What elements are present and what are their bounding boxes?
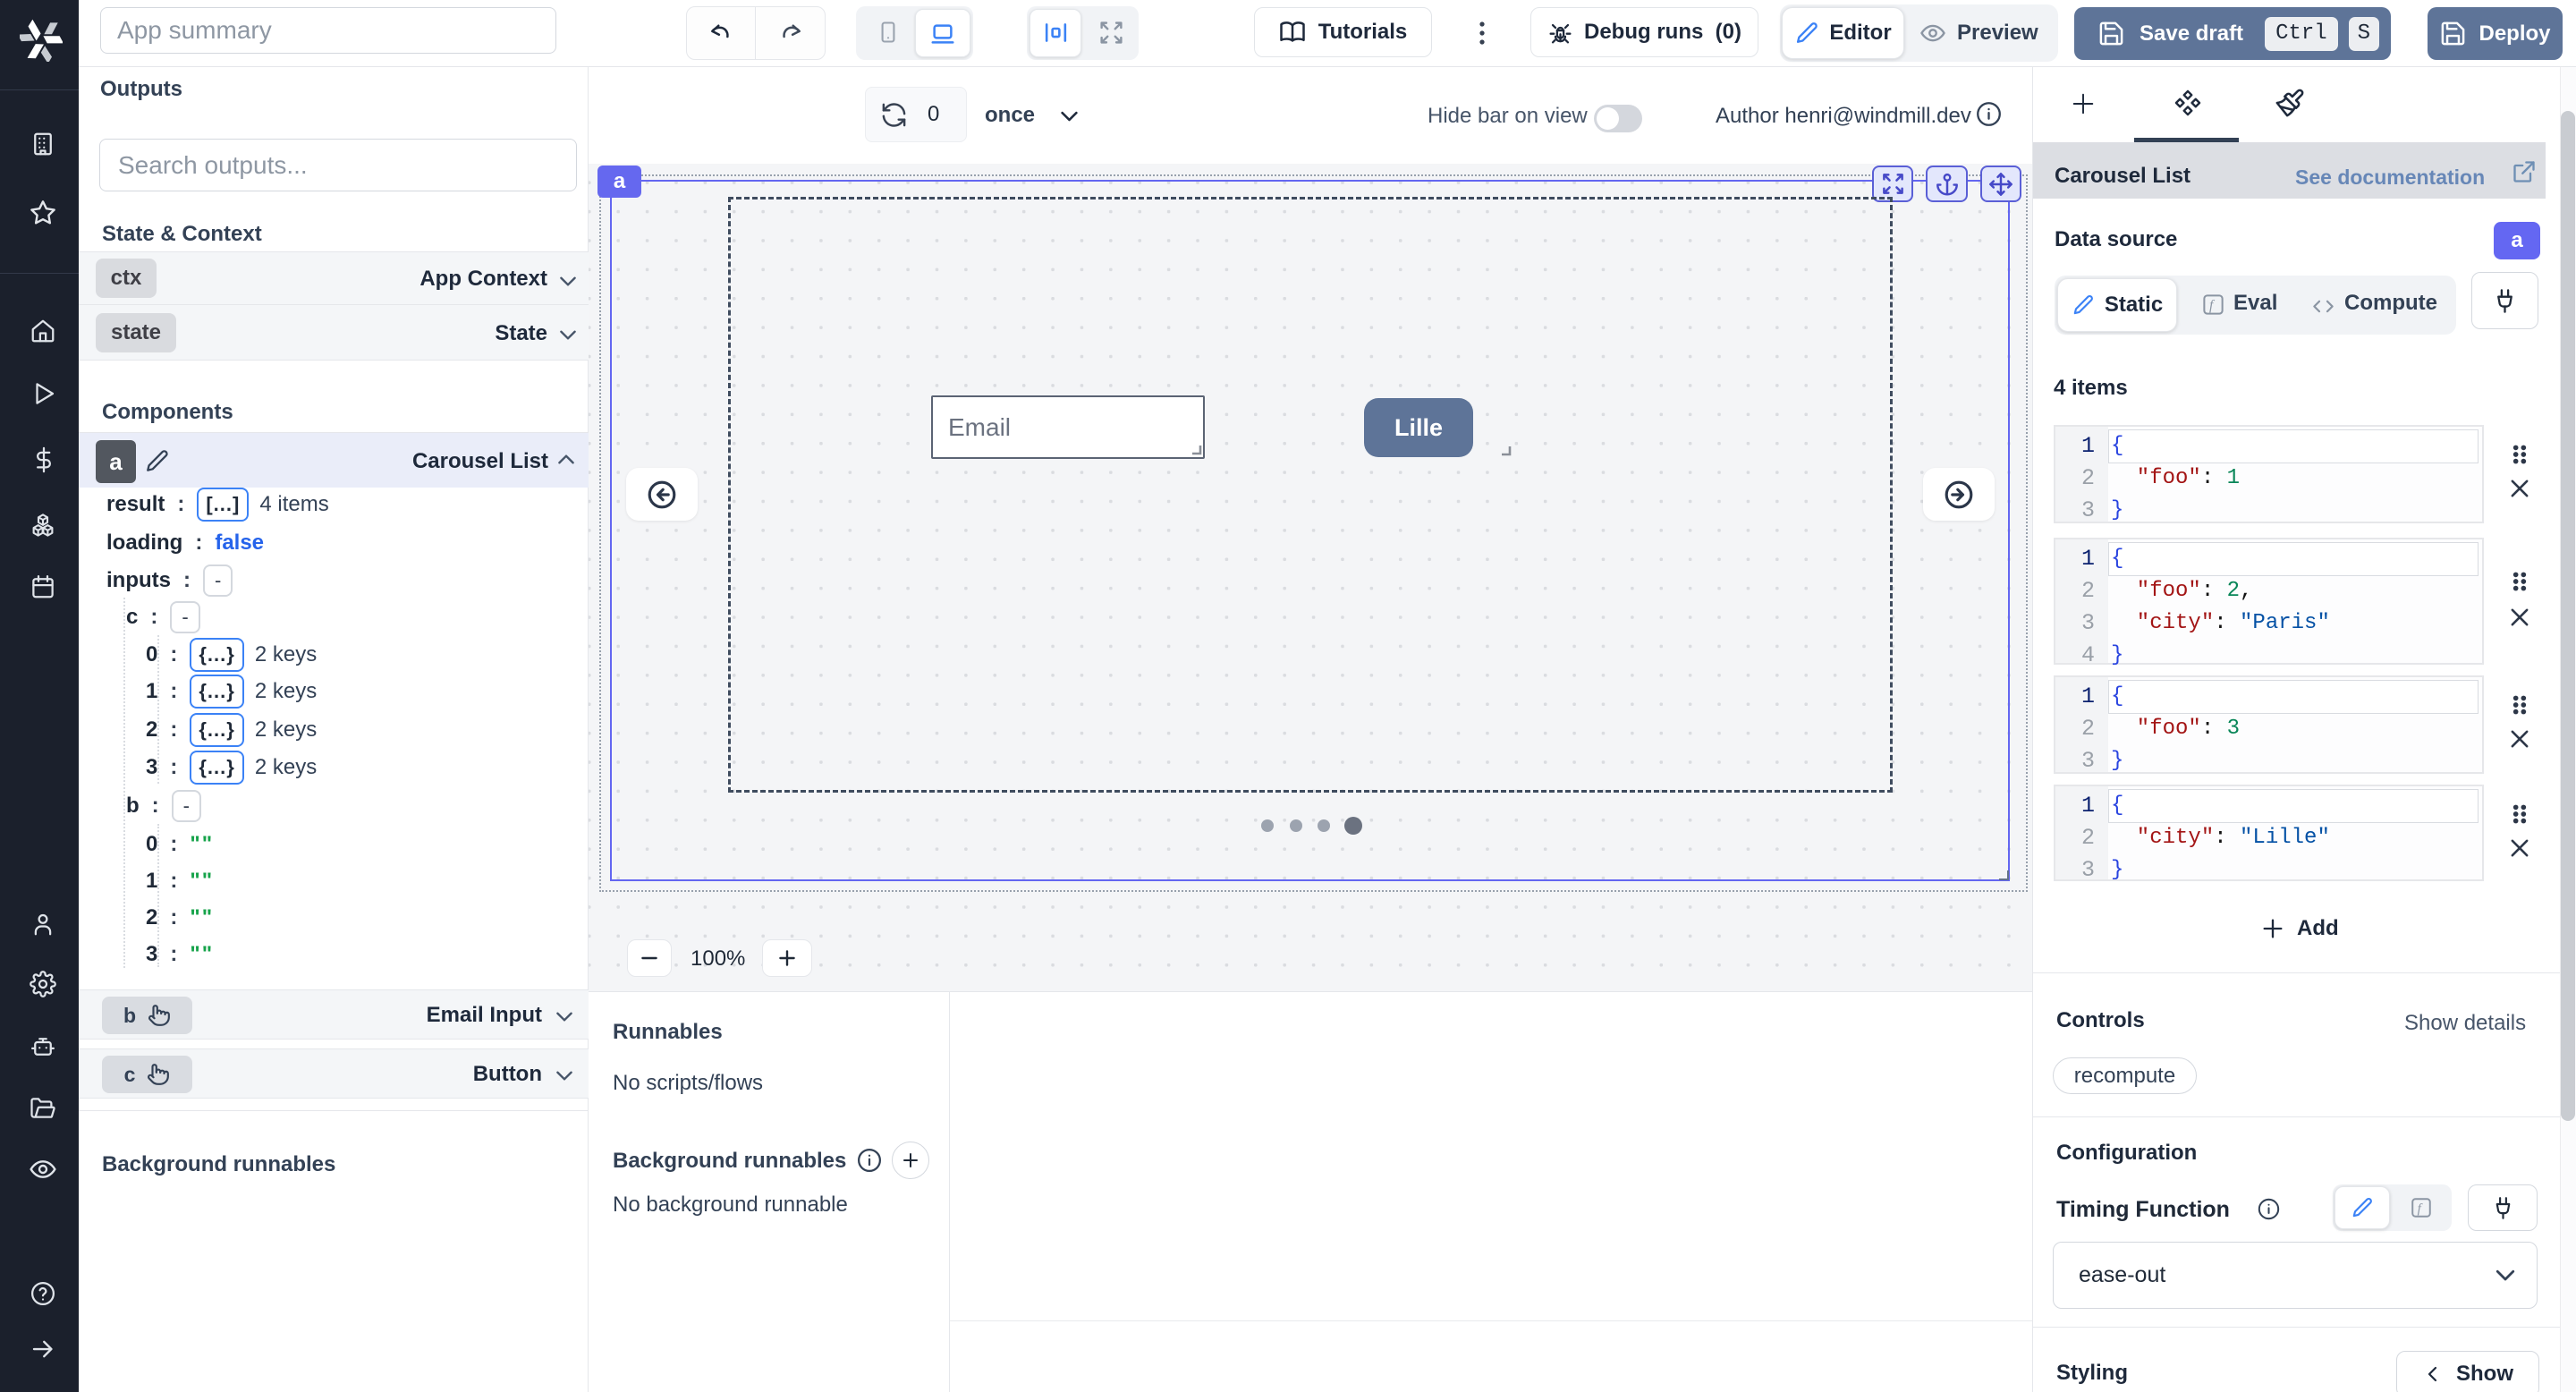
svg-text:f: f: [2209, 298, 2216, 313]
svg-text:f: f: [2418, 1201, 2423, 1216]
